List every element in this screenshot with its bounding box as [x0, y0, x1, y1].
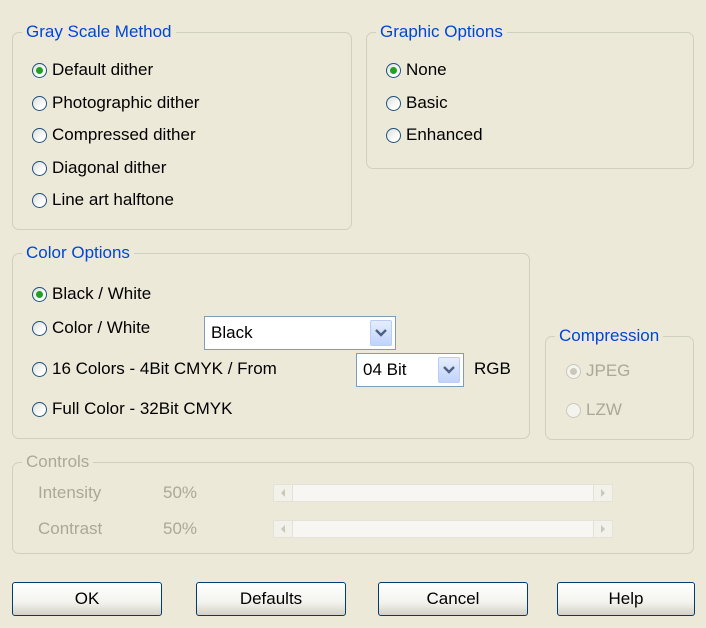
scroll-left-icon[interactable]: [274, 485, 293, 501]
radio-lzw[interactable]: LZW: [566, 399, 622, 421]
radio-label: Black / White: [52, 284, 152, 303]
radio-label: Color / White: [52, 318, 151, 337]
radio-label: Line art halftone: [52, 190, 174, 209]
radio-label: Diagonal dither: [52, 158, 167, 177]
bit-depth-select-value: 04 Bit: [363, 360, 407, 379]
radio-diagonal-dither[interactable]: Diagonal dither: [32, 157, 166, 179]
color-select-value: Black: [211, 323, 253, 342]
radio-icon: [386, 127, 401, 143]
radio-icon: [32, 127, 47, 143]
radio-label: Default dither: [52, 60, 154, 79]
bit-depth-select[interactable]: 04 Bit: [356, 353, 464, 387]
rgb-label: RGB: [474, 359, 511, 378]
radio-graphic-enhanced[interactable]: Enhanced: [386, 124, 483, 146]
color-select[interactable]: Black: [204, 316, 396, 350]
radio-graphic-none[interactable]: None: [386, 59, 447, 81]
radio-label: Compressed dither: [52, 125, 196, 144]
controls-title: Controls: [22, 452, 94, 472]
radio-icon: [32, 95, 47, 111]
radio-selected-icon: [566, 363, 581, 379]
contrast-slider[interactable]: [273, 520, 613, 538]
contrast-value: 50%: [163, 519, 198, 538]
chevron-down-icon[interactable]: [438, 357, 460, 383]
radio-photographic-dither[interactable]: Photographic dither: [32, 92, 199, 114]
radio-icon: [32, 320, 47, 336]
compression-title: Compression: [555, 326, 664, 346]
radio-black-white[interactable]: Black / White: [32, 283, 151, 305]
radio-icon: [32, 361, 47, 377]
radio-color-white[interactable]: Color / White: [32, 317, 150, 339]
color-options-title: Color Options: [22, 243, 134, 263]
radio-selected-icon: [386, 62, 401, 78]
radio-graphic-basic[interactable]: Basic: [386, 92, 448, 114]
graphic-options-title: Graphic Options: [376, 22, 507, 42]
radio-label: LZW: [586, 400, 622, 419]
intensity-label: Intensity: [38, 483, 102, 502]
radio-icon: [32, 401, 47, 417]
controls-group: Controls: [12, 452, 694, 554]
radio-label: 16 Colors - 4Bit CMYK / From: [52, 359, 277, 378]
ok-button[interactable]: OK: [12, 582, 162, 616]
scroll-right-icon[interactable]: [593, 521, 612, 537]
radio-jpeg[interactable]: JPEG: [566, 360, 630, 382]
radio-default-dither[interactable]: Default dither: [32, 59, 153, 81]
chevron-down-icon[interactable]: [370, 320, 392, 346]
radio-line-art-halftone[interactable]: Line art halftone: [32, 189, 174, 211]
contrast-label: Contrast: [38, 519, 103, 538]
radio-icon: [386, 95, 401, 111]
compression-group: Compression: [545, 326, 694, 440]
radio-label: Photographic dither: [52, 93, 200, 112]
cancel-button[interactable]: Cancel: [378, 582, 528, 616]
radio-label: Enhanced: [406, 125, 483, 144]
radio-16-colors[interactable]: 16 Colors - 4Bit CMYK / From: [32, 358, 277, 380]
intensity-slider[interactable]: [273, 484, 613, 502]
radio-selected-icon: [32, 286, 47, 302]
radio-icon: [32, 160, 47, 176]
gray-scale-method-title: Gray Scale Method: [22, 22, 176, 42]
radio-icon: [566, 402, 581, 418]
radio-full-color[interactable]: Full Color - 32Bit CMYK: [32, 398, 232, 420]
scroll-left-icon[interactable]: [274, 521, 293, 537]
radio-selected-icon: [32, 62, 47, 78]
radio-label: JPEG: [586, 361, 631, 380]
defaults-button[interactable]: Defaults: [196, 582, 346, 616]
intensity-value: 50%: [163, 483, 198, 502]
help-button[interactable]: Help: [557, 582, 695, 616]
radio-compressed-dither[interactable]: Compressed dither: [32, 124, 196, 146]
scroll-right-icon[interactable]: [593, 485, 612, 501]
radio-label: Basic: [406, 93, 448, 112]
radio-label: Full Color - 32Bit CMYK: [52, 399, 233, 418]
radio-label: None: [406, 60, 447, 79]
radio-icon: [32, 192, 47, 208]
